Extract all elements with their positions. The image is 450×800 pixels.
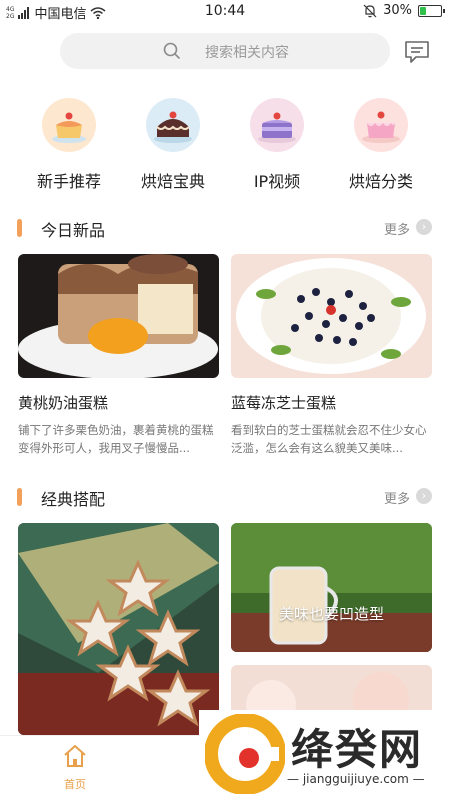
category-baking-types[interactable]: 烘焙分类 (326, 98, 436, 192)
category-baking-guide[interactable]: 烘焙宝典 (118, 98, 228, 192)
product-card[interactable]: 蓝莓冻芝士蛋糕 看到软白的芝士蛋糕就会忍不住少女心泛滥，怎么会有这么貌美又美味.… (231, 254, 432, 457)
product-title: 黄桃奶油蛋糕 (18, 394, 109, 412)
chevron-right-icon[interactable]: › (416, 219, 432, 235)
cake-beginner-icon (42, 98, 96, 152)
category-beginner[interactable]: 新手推荐 (14, 98, 124, 192)
nav-home-label: 首页 (64, 778, 86, 791)
status-bar: 4G 2G 中国电信 10:44 30% (0, 0, 450, 24)
category-label: 烘焙宝典 (140, 172, 205, 191)
watermark-logo (205, 714, 285, 794)
cake-pink-icon (354, 98, 408, 152)
chevron-right-icon[interactable]: › (416, 488, 432, 504)
classic-card-milk-tea[interactable]: 美味也要凹造型 (231, 523, 432, 652)
product-image-peach-cake (18, 254, 219, 378)
product-title: 蓝莓冻芝士蛋糕 (231, 394, 337, 412)
product-desc: 铺下了许多栗色奶油，裹着黄桃的蛋糕变得外形可人，我用叉子慢慢品... (18, 423, 214, 455)
section-today-new-header: 今日新品 更多 › (0, 216, 450, 240)
section-title: 今日新品 (41, 221, 106, 240)
status-right: 30% (363, 3, 445, 18)
category-label: 新手推荐 (36, 172, 101, 191)
more-link[interactable]: 更多 (384, 488, 410, 507)
classic-card-cookies[interactable] (18, 523, 219, 735)
watermark-url: — jiangguijiuye.com — (287, 772, 425, 786)
section-accent-bar (17, 219, 22, 237)
product-image-blueberry-cheesecake (231, 254, 432, 378)
section-title: 经典搭配 (41, 490, 106, 509)
section-accent-bar (17, 488, 22, 506)
search-bar[interactable]: 搜索相关内容 (60, 33, 390, 69)
product-desc: 看到软白的芝士蛋糕就会忍不住少女心泛滥，怎么会有这么貌美又美味... (231, 423, 427, 455)
search-placeholder: 搜索相关内容 (205, 45, 289, 61)
cake-chocolate-icon (146, 98, 200, 152)
category-label: IP视频 (253, 172, 301, 191)
battery-icon (418, 4, 445, 17)
more-link[interactable]: 更多 (384, 219, 410, 238)
message-icon[interactable] (403, 38, 431, 66)
watermark: 绛癸网 — jiangguijiuye.com — (199, 710, 450, 800)
search-icon (163, 42, 181, 60)
category-ip-video[interactable]: IP视频 (222, 98, 332, 192)
home-icon (64, 745, 86, 767)
cake-purple-icon (250, 98, 304, 152)
section-classic-header: 经典搭配 更多 › (0, 485, 450, 509)
watermark-brand: 绛癸网 (291, 725, 424, 774)
product-card[interactable]: 黄桃奶油蛋糕 铺下了许多栗色奶油，裹着黄桃的蛋糕变得外形可人，我用叉子慢慢品..… (18, 254, 219, 457)
battery-level (420, 6, 426, 15)
battery-percent: 30% (383, 3, 412, 18)
nav-home[interactable]: 首页 (45, 744, 105, 792)
featured-caption: 美味也要凹造型 (278, 605, 384, 623)
mute-bell-icon (363, 4, 377, 17)
category-row: 新手推荐 烘焙宝典 IP视频 烘焙分类 (0, 98, 450, 198)
category-label: 烘焙分类 (348, 172, 413, 191)
